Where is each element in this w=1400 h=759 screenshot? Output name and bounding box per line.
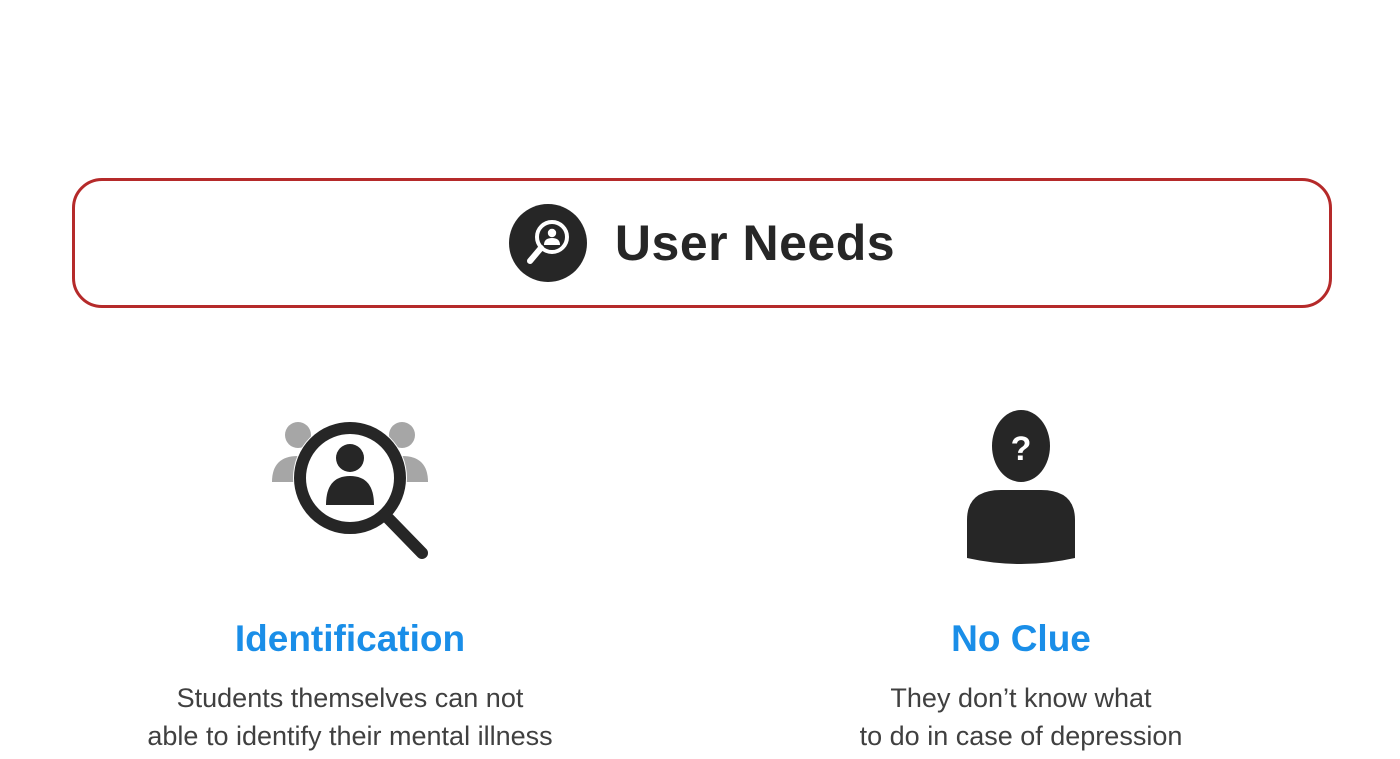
description-line: They don’t know what bbox=[890, 683, 1152, 713]
people-magnifier-icon bbox=[272, 421, 428, 559]
no-clue-column: ? No Clue They don’t know what to do in … bbox=[741, 410, 1301, 755]
svg-text:?: ? bbox=[1011, 430, 1032, 468]
page-title: User Needs bbox=[614, 215, 896, 271]
person-question-icon: ? bbox=[967, 410, 1075, 564]
search-person-icon bbox=[508, 204, 587, 282]
description-line: to do in case of depression bbox=[859, 721, 1183, 751]
slide: User Needs Identification Students thems… bbox=[0, 0, 1400, 759]
no-clue-description: They don’t know what to do in case of de… bbox=[741, 679, 1301, 755]
identification-description: Students themselves can not able to iden… bbox=[70, 679, 630, 755]
description-line: able to identify their mental illness bbox=[147, 721, 553, 751]
no-clue-title: No Clue bbox=[951, 618, 1091, 659]
header-banner: User Needs bbox=[72, 178, 1332, 308]
identification-title: Identification bbox=[234, 618, 466, 659]
description-line: Students themselves can not bbox=[176, 683, 524, 713]
identification-column: Identification Students themselves can n… bbox=[70, 410, 630, 755]
header-content: User Needs bbox=[75, 181, 1329, 305]
